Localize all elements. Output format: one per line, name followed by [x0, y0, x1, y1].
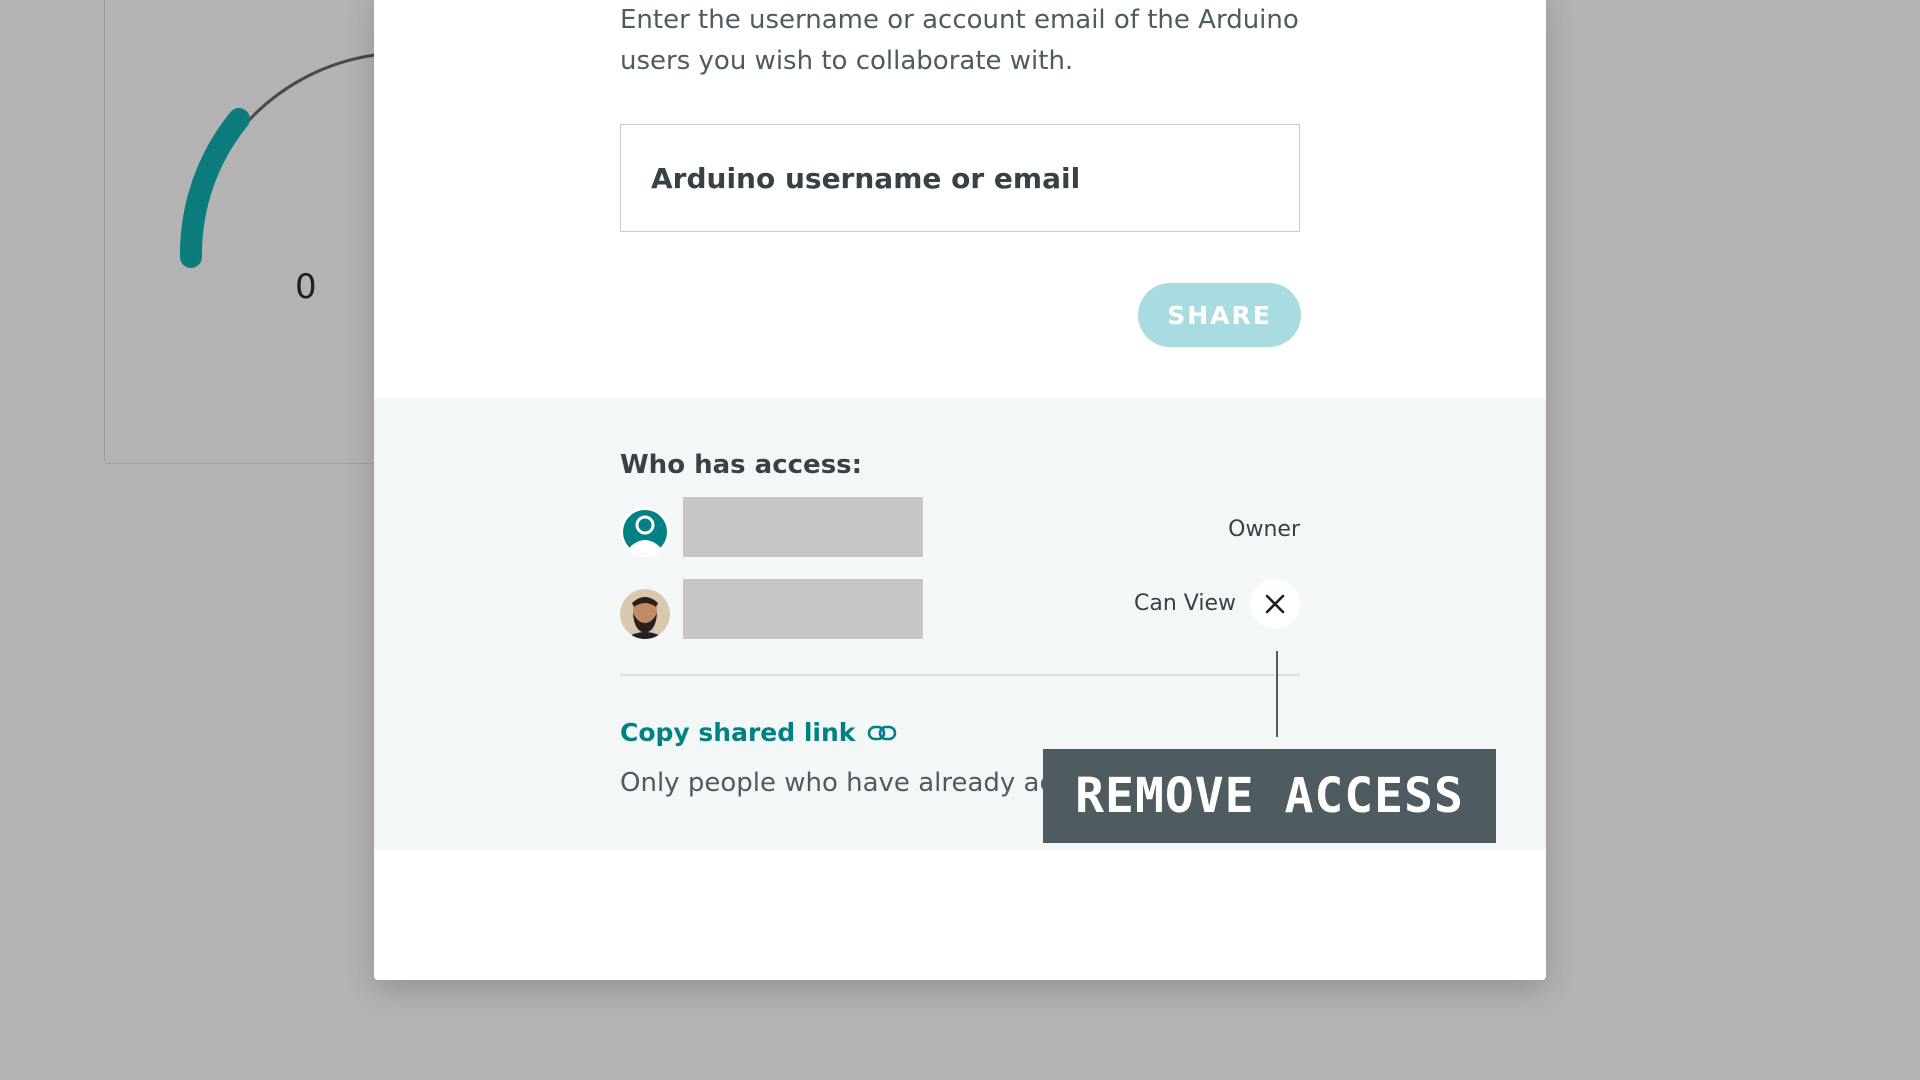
- link-icon: [868, 725, 897, 740]
- copy-shared-link[interactable]: Copy shared link: [620, 718, 897, 747]
- share-button[interactable]: SHARE: [1138, 283, 1301, 347]
- user-name-redacted: [683, 497, 923, 557]
- user-name-redacted: [683, 579, 923, 639]
- copy-link-label: Copy shared link: [620, 718, 856, 747]
- copy-link-note: Only people who have already acce: [620, 768, 1085, 798]
- access-divider: [620, 674, 1300, 676]
- access-row-viewer: Can View: [620, 579, 1300, 639]
- gauge-fill: [179, 108, 250, 268]
- remove-access-callout: REMOVE ACCESS: [1043, 749, 1496, 843]
- close-icon: [1265, 594, 1285, 614]
- remove-access-button[interactable]: [1250, 579, 1300, 629]
- access-row-owner: Owner: [620, 497, 1300, 557]
- access-list-title: Who has access:: [620, 450, 863, 480]
- share-instructions: Enter the username or account email of t…: [620, 5, 1299, 76]
- default-user-avatar-icon: [620, 507, 670, 557]
- email-input-placeholder: Arduino username or email: [651, 161, 1081, 195]
- gauge-min-label: 0: [295, 267, 317, 307]
- collaborator-email-input[interactable]: Arduino username or email: [620, 124, 1300, 232]
- user-photo-avatar: [620, 589, 670, 639]
- callout-pointer-line: [1276, 651, 1278, 737]
- user-role-label: Owner: [1228, 517, 1300, 542]
- user-role-label: Can View: [1134, 591, 1236, 616]
